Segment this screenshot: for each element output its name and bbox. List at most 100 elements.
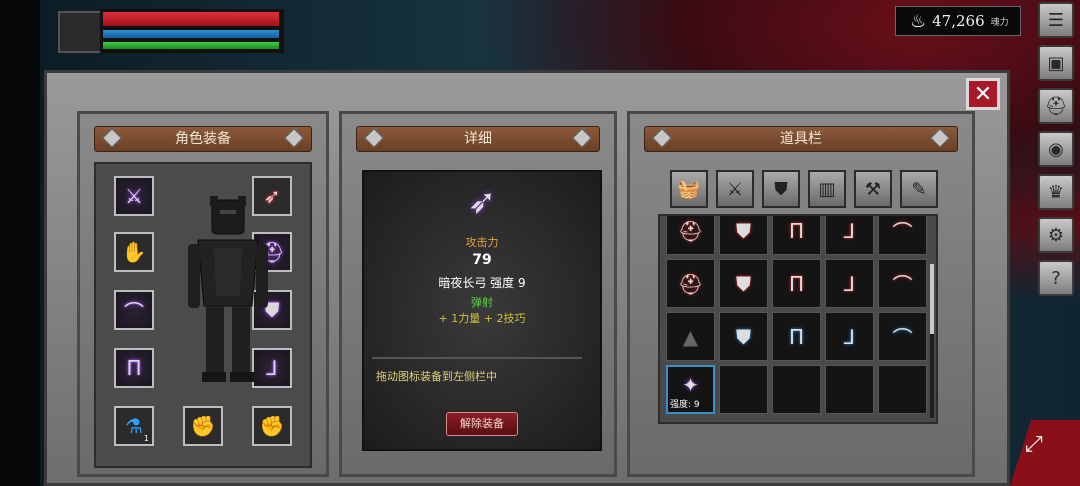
bracer-icon: ⌒ [892,220,913,244]
inventory-slot[interactable]: ⛑ [666,259,715,308]
detail-title: 详细 [356,126,600,152]
item-bonus: + 1力量 + 2技巧 [438,312,526,325]
inventory-panel: 道具栏 🧺 ⚔ ⛊ ▥ ⚒ ✎ ⛑ ⛊ Π ⅃ ⌒ ⛑ ⛊ Π ⅃ ⌒ ▲ ⛊ … [627,111,975,477]
helmet-icon: ⛑ [677,271,704,296]
inventory-slot[interactable]: ▲ [666,312,715,361]
equipment-area: ⚔ ➶ ✋ ⛑ ⌒ ⛊ Π ⅃ ⚗ 1 ✊ ✊ [94,162,312,468]
rivet-icon [930,128,950,148]
boots-icon: ⅃ [843,324,856,349]
expand-icon[interactable]: ⤢ [1025,432,1043,457]
empty-gloves-icon: ✊ [190,414,216,438]
rivet-icon [284,128,304,148]
all-items-icon[interactable]: 🧺 [670,170,708,208]
stamina-bar [103,42,279,49]
empty-gloves-icon: ✊ [259,414,285,438]
strength-label: 强度: 9 [670,400,700,410]
potion-slot[interactable]: ⚗ 1 [114,406,154,446]
inventory-slot[interactable]: ⅃ [825,259,874,308]
equipment-panel: 角色装备 ⚔ ➶ ✋ ⛑ ⌒ ⛊ Π ⅃ ⚗ 1 ✊ ✊ [77,111,329,477]
helmet-icon[interactable]: ⛑ [1038,88,1074,124]
scroll-icon[interactable]: ✎ [900,170,938,208]
boots-icon: ⅃ [843,271,856,296]
inventory-title-text: 道具栏 [780,131,822,147]
unequip-button[interactable]: 解除装备 [446,412,518,436]
stat-value: 79 [472,252,492,268]
chest-armor-icon: ⛊ [736,324,751,349]
rivet-icon [102,128,122,148]
inventory-slot-empty[interactable] [825,365,874,414]
boots-icon: ⅃ [843,218,856,243]
equipment-title-text: 角色装备 [175,131,231,147]
sword-icon: ⚔ [125,184,143,208]
inventory-slot-empty[interactable] [878,365,927,414]
emblem-icon[interactable]: ◉ [1038,131,1074,167]
inventory-slot[interactable]: ⅃ [825,312,874,361]
chest-armor-icon: ⛊ [736,271,751,296]
bracer-slot[interactable]: ⌒ [114,290,154,330]
help-icon[interactable]: ? [1038,260,1074,296]
inventory-window: 角色装备 ⚔ ➶ ✋ ⛑ ⌒ ⛊ Π ⅃ ⚗ 1 ✊ ✊ 详细 ➶ 攻击力 79… [44,70,1010,486]
leggings-icon: Π [788,324,805,349]
detail-panel: 详细 ➶ 攻击力 79 暗夜长弓 强度 9 弹射 + 1力量 + 2技巧 拖动图… [339,111,617,477]
rivet-icon [364,128,384,148]
soul-currency: ♨ 47,266 魂力 [895,6,1021,36]
chest-armor-icon: ⛊ [736,218,751,243]
inventory-slot[interactable]: Π [772,216,821,255]
soul-unit: 魂力 [990,17,1009,28]
legs-slot[interactable]: Π [114,348,154,388]
crown-icon[interactable]: ♛ [1038,174,1074,210]
drag-hint: 拖动图标装备到左侧栏中 [376,370,497,383]
soul-value: 47,266 [932,12,985,30]
bow-icon: ➶ [467,182,497,222]
leggings-icon: Π [788,218,805,243]
inventory-slot[interactable]: ⛊ [719,216,768,255]
stat-label: 攻击力 [465,236,499,249]
health-bar [103,12,279,26]
item-detail-box: ➶ 攻击力 79 暗夜长弓 强度 9 弹射 + 1力量 + 2技巧 拖动图标装备… [362,170,602,451]
armor-icon[interactable]: ⛊ [762,170,800,208]
inventory-slot-selected[interactable]: ✦ 强度: 9 [666,365,715,414]
inventory-slot[interactable]: Π [772,312,821,361]
inventory-slot[interactable]: ⌒ [878,312,927,361]
list-icon[interactable]: ☰ [1038,2,1074,38]
hat-icon: ▲ [682,324,699,349]
flame-icon: ♨ [910,10,927,32]
glove-slot[interactable]: ✋ [114,232,154,272]
gauntlet-icon: ✋ [121,240,147,264]
inventory-slot[interactable]: ⌒ [878,216,927,255]
inventory-grid: ⛑ ⛊ Π ⅃ ⌒ ⛑ ⛊ Π ⅃ ⌒ ▲ ⛊ Π ⅃ ⌒ ✦ 强度: 9 [658,214,938,424]
upgrade-stone-icon: ✦ [682,372,699,397]
inventory-slot[interactable]: ⅃ [825,216,874,255]
inventory-slot-empty[interactable] [719,365,768,414]
helmet-icon: ⛑ [677,218,704,243]
inventory-scrollbar[interactable] [930,264,934,418]
rivet-icon [652,128,672,148]
player-portrait[interactable] [58,11,102,53]
player-status-bars [100,9,284,53]
bracer-icon: ⌒ [124,299,144,324]
close-icon[interactable]: ✕ [966,78,1000,110]
weapon-icon[interactable]: ⚔ [716,170,754,208]
character-figure [188,196,268,382]
divider [372,357,582,359]
detail-title-text: 详细 [464,131,492,147]
accessory-icon[interactable]: ▥ [808,170,846,208]
scroll-thumb[interactable] [930,264,934,334]
equipment-icon[interactable]: ▣ [1038,45,1074,81]
inventory-slot[interactable]: Π [772,259,821,308]
item-trait: 弹射 [471,296,493,309]
mana-bar [103,30,279,38]
gear-icon[interactable]: ⚙ [1038,217,1074,253]
inventory-slot[interactable]: ⛊ [719,259,768,308]
empty-slot-2[interactable]: ✊ [252,406,292,446]
potion-count: 1 [143,434,149,443]
tools-icon[interactable]: ⚒ [854,170,892,208]
leggings-icon: Π [788,271,805,296]
empty-slot-1[interactable]: ✊ [183,406,223,446]
inventory-slot[interactable]: ⌒ [878,259,927,308]
inventory-slot[interactable]: ⛑ [666,216,715,255]
inventory-slot[interactable]: ⛊ [719,312,768,361]
left-black-bar [0,0,40,486]
weapon-slot[interactable]: ⚔ [114,176,154,216]
inventory-slot-empty[interactable] [772,365,821,414]
